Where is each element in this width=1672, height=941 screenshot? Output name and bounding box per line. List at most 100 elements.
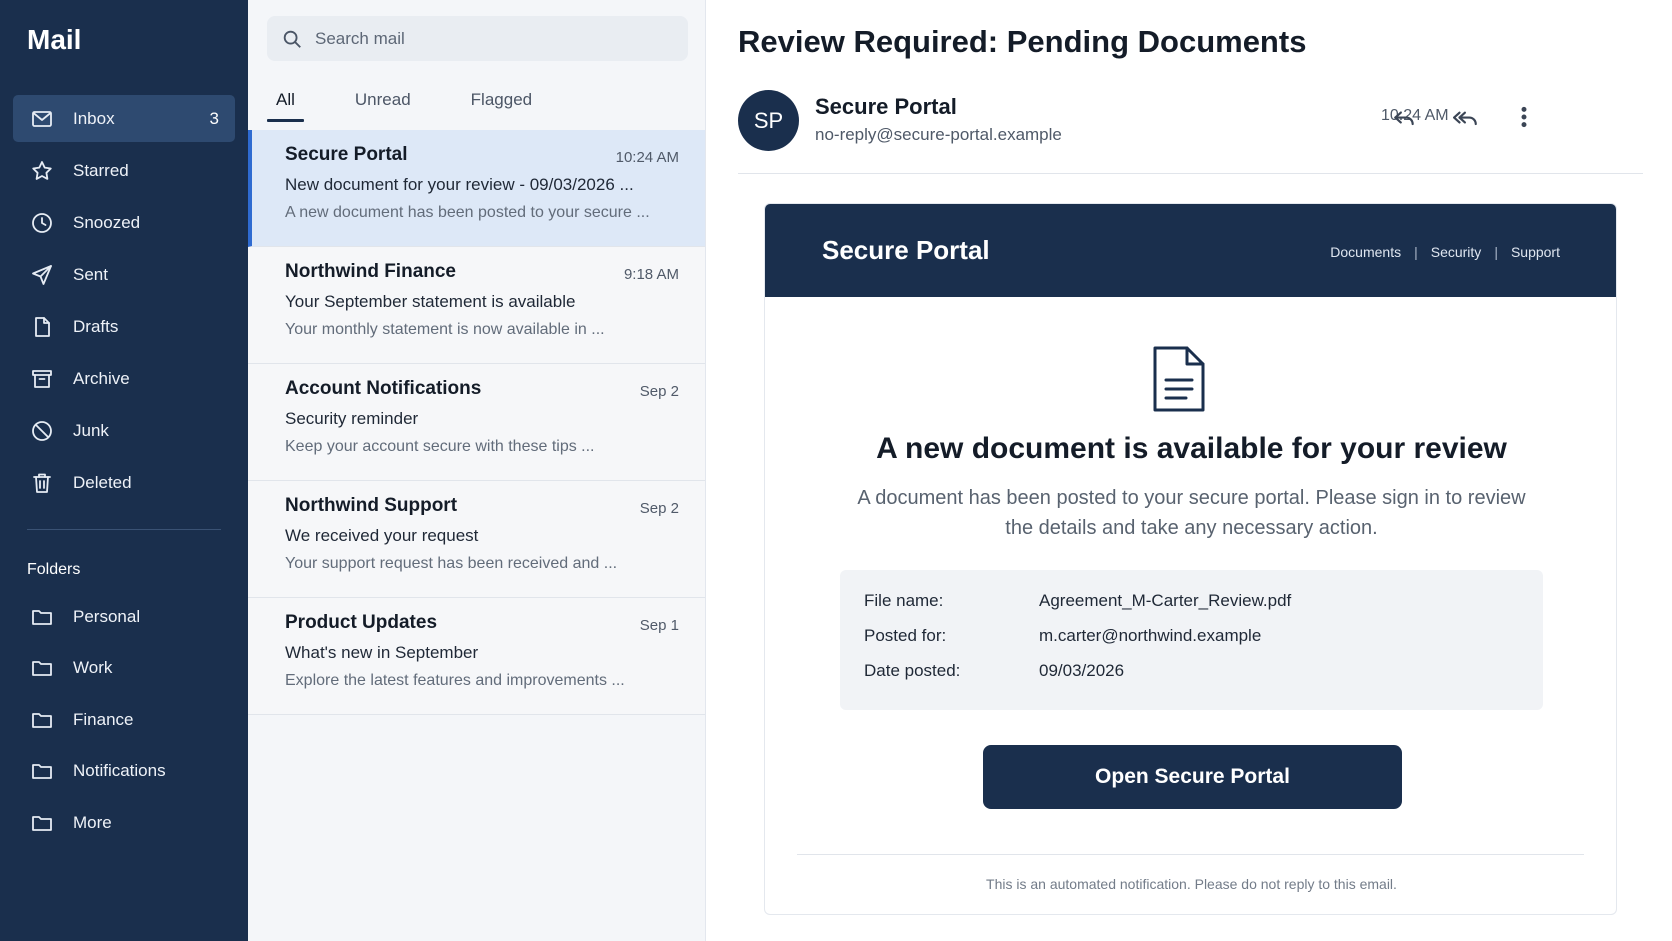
more-vertical-icon	[1521, 106, 1527, 128]
sidebar-item-sent[interactable]: Sent	[13, 251, 235, 298]
message-time: Sep 1	[639, 617, 679, 634]
draft-icon	[29, 314, 55, 340]
email-banner: Secure Portal Documents | Security | Sup…	[765, 204, 1616, 297]
reply-button[interactable]	[1387, 100, 1421, 134]
banner-link-documents[interactable]: Documents	[1330, 244, 1401, 260]
sidebar-item-label: Drafts	[73, 316, 119, 336]
message-time: 9:18 AM	[623, 266, 679, 283]
folder-list: Personal Work Finance Notifications More	[13, 593, 235, 851]
folder-label: More	[73, 812, 112, 832]
message-row[interactable]: Secure Portal 10:24 AM New document for …	[248, 130, 705, 247]
email-heading: A new document is available for your rev…	[876, 432, 1507, 465]
message-subject: We received your request	[285, 526, 479, 545]
detail-value: m.carter@northwind.example	[1039, 626, 1262, 645]
folder-icon	[29, 604, 55, 630]
folder-item-finance[interactable]: Finance	[13, 696, 235, 743]
detail-key: File name:	[864, 591, 944, 610]
sender-name: Secure Portal	[815, 94, 957, 119]
tab-all[interactable]: All	[267, 88, 304, 122]
folder-item-work[interactable]: Work	[13, 645, 235, 692]
sidebar-item-starred[interactable]: Starred	[13, 147, 235, 194]
detail-value: Agreement_M-Carter_Review.pdf	[1039, 591, 1292, 610]
sidebar-item-drafts[interactable]: Drafts	[13, 303, 235, 350]
folder-label: Personal	[73, 606, 141, 626]
message-time: 10:24 AM	[615, 149, 679, 166]
message-row[interactable]: Product Updates Sep 1 What's new in Sept…	[248, 598, 705, 715]
folder-label: Finance	[73, 709, 134, 729]
detail-row: File name: Agreement_M-Carter_Review.pdf	[864, 591, 1291, 611]
sidebar-item-inbox[interactable]: Inbox 3	[13, 95, 235, 142]
folder-icon	[29, 655, 55, 681]
sidebar-item-label: Inbox	[73, 108, 115, 128]
message-list: Secure Portal 10:24 AM New document for …	[248, 130, 705, 715]
trash-icon	[29, 470, 55, 496]
sidebar-item-label: Sent	[73, 264, 108, 284]
detail-value: 09/03/2026	[1039, 661, 1125, 680]
archive-icon	[29, 366, 55, 392]
reply-all-button[interactable]	[1449, 100, 1483, 134]
tab-unread[interactable]: Unread	[346, 88, 420, 122]
block-icon	[29, 418, 55, 444]
message-preview: Your monthly statement is now available …	[285, 321, 605, 338]
sidebar-item-label: Archive	[73, 368, 130, 388]
avatar: SP	[738, 90, 799, 151]
message-row[interactable]: Northwind Support Sep 2 We received your…	[248, 481, 705, 598]
folder-icon	[29, 758, 55, 784]
sidebar-item-label: Deleted	[73, 472, 132, 492]
folder-item-more[interactable]: More	[13, 799, 235, 846]
sidebar-item-deleted[interactable]: Deleted	[13, 459, 235, 506]
detail-row: Date posted: 09/03/2026	[864, 661, 1124, 681]
folders-heading: Folders	[27, 561, 81, 578]
search-bar[interactable]	[267, 16, 688, 61]
tab-flagged[interactable]: Flagged	[462, 88, 541, 122]
banner-links: Documents | Security | Support	[1330, 244, 1560, 260]
message-row[interactable]: Account Notifications Sep 2 Security rem…	[248, 364, 705, 481]
folder-icon	[29, 707, 55, 733]
detail-row: Posted for: m.carter@northwind.example	[864, 626, 1261, 646]
unread-count-badge: 3	[209, 108, 219, 128]
message-sender: Account Notifications	[285, 378, 482, 399]
folder-label: Work	[73, 658, 113, 677]
folder-item-personal[interactable]: Personal	[13, 593, 235, 640]
message-list-pane: All Unread Flagged Secure Portal 10:24 A…	[248, 0, 706, 941]
banner-link-security[interactable]: Security	[1431, 244, 1482, 260]
message-sender: Northwind Finance	[285, 261, 456, 282]
sidebar-nav: Inbox 3 Starred Snoozed Sent Drafts Arch…	[13, 95, 235, 511]
message-preview: Explore the latest features and improvem…	[285, 672, 625, 689]
banner-link-support[interactable]: Support	[1511, 244, 1560, 260]
sidebar-item-junk[interactable]: Junk	[13, 407, 235, 454]
reply-all-icon	[1453, 111, 1477, 126]
search-input[interactable]	[315, 28, 675, 49]
message-sender: Product Updates	[285, 612, 438, 633]
sidebar-item-label: Snoozed	[73, 212, 141, 232]
search-icon	[283, 30, 301, 48]
message-subject: Your September statement is available	[285, 292, 576, 311]
mail-icon	[29, 106, 55, 132]
sidebar: Mail Inbox 3 Starred Snoozed Sent Drafts…	[0, 0, 248, 941]
open-secure-portal-button[interactable]: Open Secure Portal	[983, 745, 1402, 809]
email-body-card: Secure Portal Documents | Security | Sup…	[764, 203, 1617, 915]
star-icon	[29, 158, 55, 184]
folder-icon	[29, 810, 55, 836]
footer-note: This is an automated notification. Pleas…	[986, 876, 1397, 892]
detail-key: Posted for:	[864, 626, 947, 645]
email-subject: Review Required: Pending Documents	[738, 24, 1307, 59]
message-subject: New document for your review - 09/03/202…	[285, 175, 634, 194]
document-icon	[1149, 345, 1209, 413]
sidebar-item-archive[interactable]: Archive	[13, 355, 235, 402]
send-icon	[29, 262, 55, 288]
email-body-text: A document has been posted to your secur…	[857, 487, 1526, 539]
message-row[interactable]: Northwind Finance 9:18 AM Your September…	[248, 247, 705, 364]
message-time: Sep 2	[639, 383, 679, 400]
sidebar-item-snoozed[interactable]: Snoozed	[13, 199, 235, 246]
more-actions-button[interactable]	[1507, 100, 1541, 134]
message-preview: A new document has been posted to your s…	[285, 204, 650, 221]
folder-label: Notifications	[73, 761, 166, 780]
sidebar-divider	[27, 529, 221, 530]
message-subject: Security reminder	[285, 409, 419, 428]
clock-icon	[29, 210, 55, 236]
folder-item-notifications[interactable]: Notifications	[13, 748, 235, 795]
filter-tabs: All Unread Flagged	[267, 88, 583, 122]
link-separator: |	[1494, 244, 1498, 260]
app-title: Mail	[27, 24, 82, 55]
